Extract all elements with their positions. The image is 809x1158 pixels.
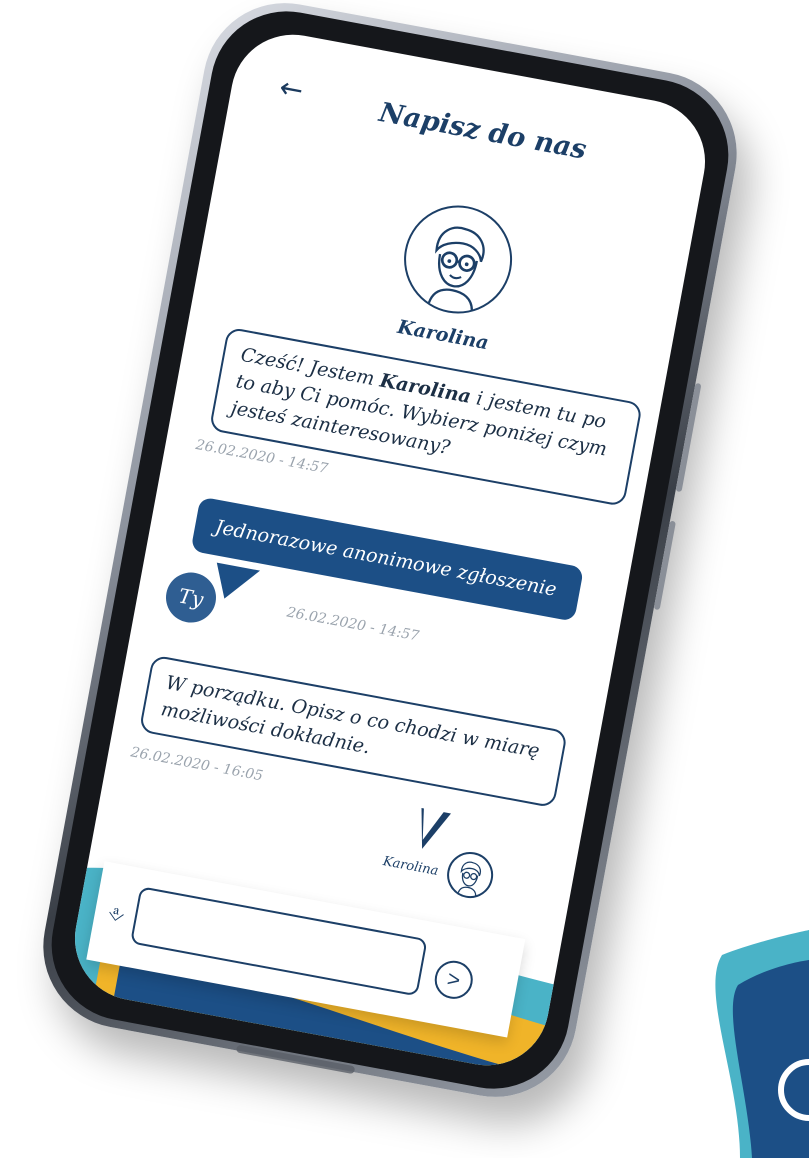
paperclip-icon[interactable]: ⎀	[103, 898, 129, 928]
user-avatar: Ty	[161, 568, 221, 627]
agent-message-bubble: W porządku. Opisz o co chodzi w miarę mo…	[138, 654, 568, 809]
message-text: W porządku. Opisz o co chodzi w miarę mo…	[159, 671, 542, 763]
arrow-left-icon[interactable]: ←	[274, 70, 309, 107]
message-timestamp: 26.02.2020 - 14:57	[285, 604, 421, 645]
phone-frame: ← Napisz do nas Karolina Cześć! Jestem K…	[29, 0, 751, 1111]
agent-label-small: Karolina	[381, 854, 440, 880]
agent-portrait-icon	[457, 861, 482, 896]
send-button[interactable]: >	[431, 957, 476, 1002]
agent-portrait-icon	[427, 226, 485, 311]
agent-avatar-small	[443, 848, 497, 902]
phone-bezel: ← Napisz do nas Karolina Cześć! Jestem K…	[39, 0, 741, 1102]
agent-avatar	[395, 196, 522, 323]
page-title: Napisz do nas	[376, 97, 589, 166]
message-text: Jednorazowe anonimowe zgłoszenie	[213, 515, 559, 601]
bubble-tail	[414, 808, 451, 853]
send-arrow-icon: >	[445, 965, 463, 993]
app-screen: ← Napisz do nas Karolina Cześć! Jestem K…	[64, 24, 716, 1076]
bubble-tail	[210, 562, 261, 605]
agent-message-bubble: Cześć! Jestem Karolina i jestem tu po to…	[208, 326, 643, 507]
